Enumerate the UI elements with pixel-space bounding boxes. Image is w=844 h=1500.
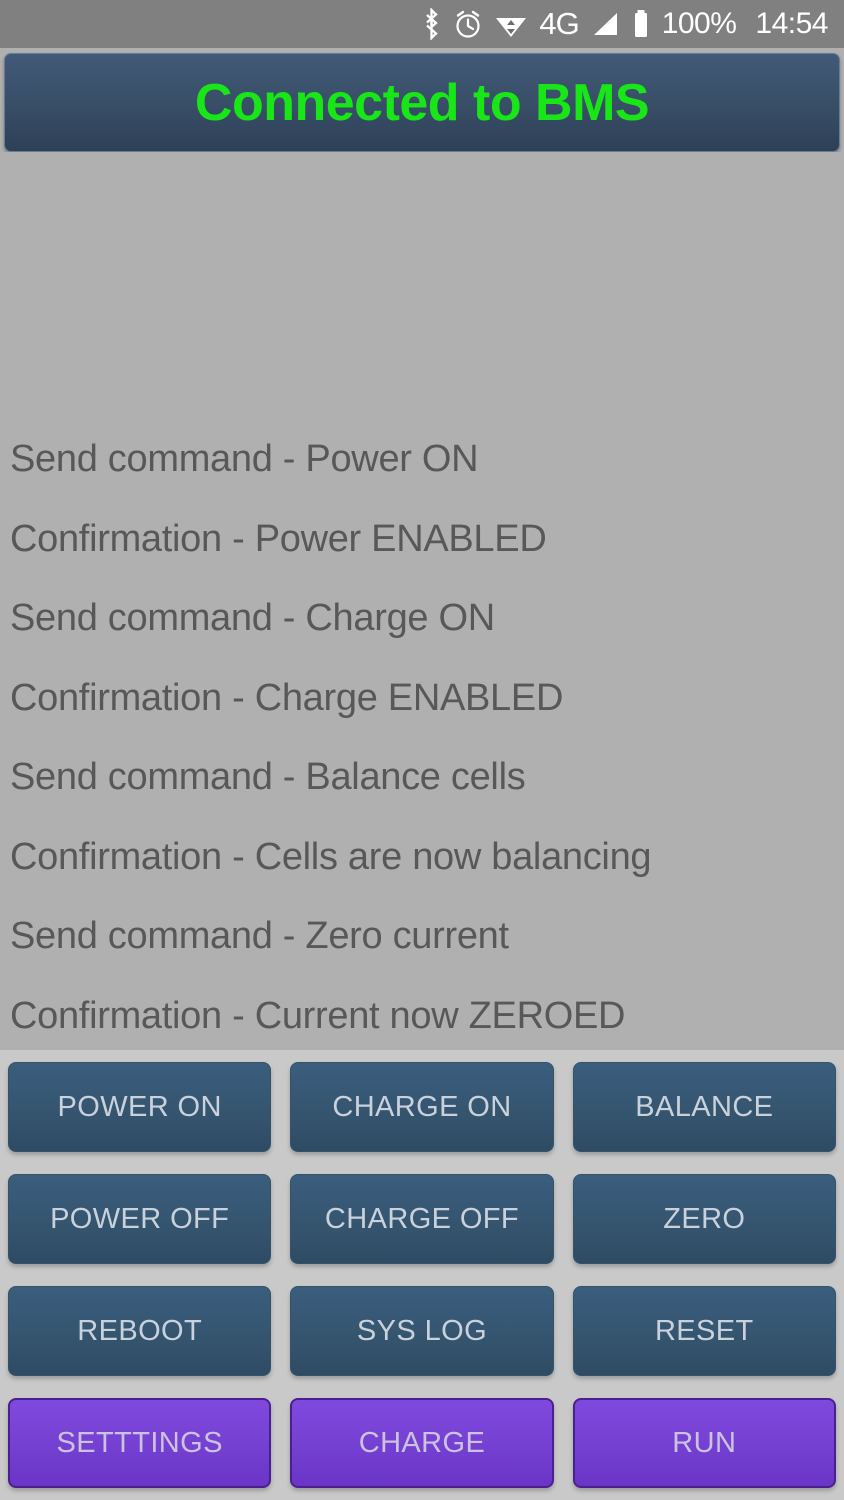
log-line: Confirmation - Cells are now balancing (10, 835, 652, 878)
button-row: REBOOT SYS LOG RESET (8, 1286, 836, 1376)
log-line: Send command - Zero current (10, 915, 509, 957)
bluetooth-icon (422, 7, 442, 41)
log-line: Send command - Charge ON (10, 597, 495, 639)
charge-on-button[interactable]: CHARGE ON (290, 1062, 554, 1152)
settings-button[interactable]: SETTTINGS (8, 1398, 272, 1488)
log-line: Send command - Balance cells (10, 756, 526, 798)
connection-status-panel: Connected to BMS (4, 53, 840, 152)
power-on-button[interactable]: POWER ON (8, 1062, 272, 1152)
log-line: Confirmation - Current now ZEROED (10, 994, 626, 1037)
zero-button[interactable]: ZERO (572, 1174, 836, 1264)
run-button[interactable]: RUN (572, 1398, 836, 1488)
log-line: Confirmation - Power ENABLED (10, 517, 547, 560)
clock-label: 14:54 (755, 7, 828, 40)
signal-bars-icon (590, 7, 620, 41)
button-row: POWER ON CHARGE ON BALANCE (8, 1062, 836, 1152)
status-bar: 4G 100% 14:54 (0, 0, 844, 48)
control-button-grid: POWER ON CHARGE ON BALANCE POWER OFF CHA… (0, 1050, 844, 1500)
power-off-button[interactable]: POWER OFF (8, 1174, 272, 1264)
battery-icon (631, 7, 651, 41)
button-row: POWER OFF CHARGE OFF ZERO (8, 1174, 836, 1264)
reset-button[interactable]: RESET (572, 1286, 836, 1376)
reboot-button[interactable]: REBOOT (8, 1286, 272, 1376)
log-line: Confirmation - Charge ENABLED (10, 676, 564, 719)
command-log-area: Send command - Power ON Confirmation - P… (0, 152, 844, 1050)
button-row: SETTTINGS CHARGE RUN (8, 1398, 836, 1488)
charge-off-button[interactable]: CHARGE OFF (290, 1174, 554, 1264)
log-line: Send command - Power ON (10, 438, 479, 480)
sys-log-button[interactable]: SYS LOG (290, 1286, 554, 1376)
alarm-clock-icon (453, 7, 483, 41)
wifi-icon (494, 7, 528, 41)
balance-button[interactable]: BALANCE (572, 1062, 836, 1152)
battery-percent-label: 100% (661, 7, 737, 40)
charge-button[interactable]: CHARGE (290, 1398, 554, 1488)
network-4g-icon: 4G (539, 6, 579, 41)
page-title: Connected to BMS (194, 73, 650, 132)
